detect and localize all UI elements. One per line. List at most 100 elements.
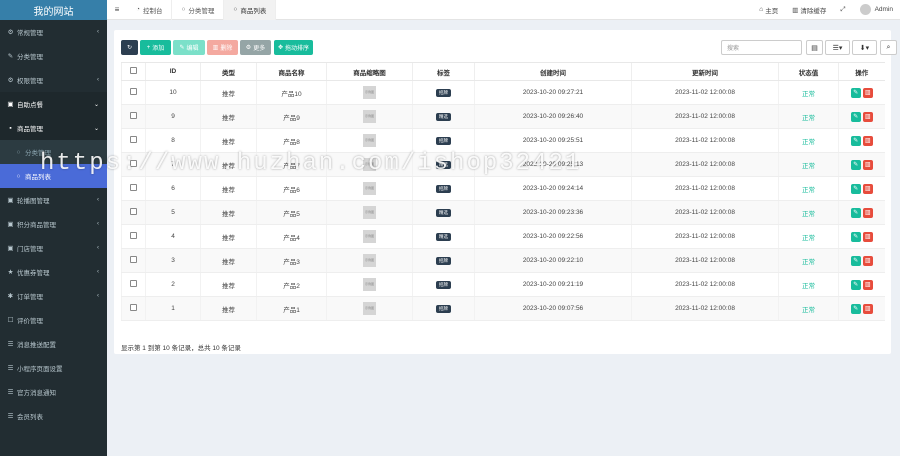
edit-row-button[interactable]: ✎ (850, 87, 861, 98)
row-checkbox[interactable] (130, 304, 137, 311)
toggle-view-button[interactable]: ▤ (806, 40, 823, 55)
edit-row-button[interactable]: ✎ (850, 279, 861, 290)
edit-row-button[interactable]: ✎ (850, 231, 861, 242)
product-thumbnail[interactable]: 示例图 (363, 278, 376, 291)
delete-row-button[interactable]: ▥ (862, 159, 873, 170)
fullscreen-icon[interactable]: ⤢ (833, 0, 852, 20)
sidebar-item[interactable]: ▣ 自助点餐 ⌄ (0, 92, 107, 116)
row-checkbox[interactable] (130, 232, 137, 239)
sidebar-item[interactable]: ✱ 订单管理 ‹ (0, 284, 107, 308)
id-cell: 4 (145, 224, 201, 249)
edit-row-button[interactable]: ✎ (850, 183, 861, 194)
column-header[interactable]: 类型 (200, 62, 257, 81)
edit-row-button[interactable]: ✎ (850, 303, 861, 314)
sidebar-item[interactable]: ○ 商品列表 (0, 164, 107, 188)
product-thumbnail[interactable]: 示例图 (363, 86, 376, 99)
tab[interactable]: ○ 分类管理 (172, 0, 225, 20)
delete-row-button[interactable]: ▥ (862, 135, 873, 146)
menu-toggle-icon[interactable]: ≡ (107, 5, 127, 14)
row-checkbox[interactable] (130, 160, 137, 167)
sidebar-item-icon: ⚙ (7, 77, 14, 84)
list-icon: ▤ (811, 44, 818, 52)
column-header[interactable]: 商品名称 (256, 62, 327, 81)
sidebar-item[interactable]: ▣ 积分商品管理 ‹ (0, 212, 107, 236)
delete-row-button[interactable]: ▥ (862, 303, 873, 314)
column-header[interactable]: 商品缩略图 (326, 62, 413, 81)
row-checkbox[interactable] (130, 184, 137, 191)
status-text: 正常 (802, 210, 815, 218)
sidebar-item[interactable]: ▣ 门店管理 ‹ (0, 236, 107, 260)
product-thumbnail[interactable]: 示例图 (363, 302, 376, 315)
product-thumbnail[interactable]: 示例图 (363, 158, 376, 171)
row-checkbox[interactable] (130, 280, 137, 287)
sidebar-item-icon: ✎ (7, 53, 14, 60)
app-window: 我的网站 ⚙ 常规管理 ‹ ✎ 分类管理 ⚙ 权限管理 ‹ ▣ 自助点餐 ⌄ ▪ 商品管理 ⌄ ○ 分类管理 ○… (0, 0, 900, 456)
row-checkbox[interactable] (130, 136, 137, 143)
column-header[interactable]: ID (145, 62, 201, 81)
column-header[interactable]: 状态值 (778, 62, 839, 81)
name-cell: 产品4 (256, 224, 327, 249)
edit-row-button[interactable]: ✎ (850, 255, 861, 266)
product-thumbnail[interactable]: 示例图 (363, 206, 376, 219)
sidebar-item[interactable]: ⚙ 常规管理 ‹ (0, 20, 107, 44)
delete-row-button[interactable]: ▥ (862, 231, 873, 242)
refresh-button[interactable]: ↻ (121, 40, 138, 55)
column-header[interactable]: 操作 (838, 62, 885, 81)
sidebar-item[interactable]: ▪ 商品管理 ⌄ (0, 116, 107, 140)
row-checkbox[interactable] (130, 88, 137, 95)
sidebar-item[interactable]: ▣ 轮播图管理 ‹ (0, 188, 107, 212)
more-button[interactable]: ⚙ 更多 (240, 40, 271, 55)
edit-row-button[interactable]: ✎ (850, 159, 861, 170)
columns-button[interactable]: ☰▾ (825, 40, 850, 55)
tab[interactable]: ◔ 控制台 (127, 0, 173, 20)
sidebar-item[interactable]: ☐ 评价管理 (0, 308, 107, 332)
row-checkbox[interactable] (130, 112, 137, 119)
sidebar-item-label: 权限管理 (17, 78, 43, 85)
product-thumbnail[interactable]: 示例图 (363, 110, 376, 123)
select-all-checkbox[interactable] (130, 67, 137, 74)
sidebar-item[interactable]: ☰ 官方消息通知 (0, 380, 107, 404)
sidebar-item[interactable]: ☰ 小程序页面设置 (0, 356, 107, 380)
column-header[interactable]: 标签 (412, 62, 475, 81)
product-thumbnail[interactable]: 示例图 (363, 254, 376, 267)
site-logo[interactable]: 我的网站 (0, 0, 107, 20)
sidebar-item[interactable]: ⚙ 权限管理 ‹ (0, 68, 107, 92)
delete-row-button[interactable]: ▥ (862, 111, 873, 122)
sidebar-item[interactable]: ☰ 消息推送配置 (0, 332, 107, 356)
delete-button[interactable]: ▥ 删除 (207, 40, 238, 55)
delete-row-button[interactable]: ▥ (862, 207, 873, 218)
add-button[interactable]: + 添加 (140, 40, 171, 55)
row-checkbox[interactable] (130, 208, 137, 215)
edit-row-button[interactable]: ✎ (850, 111, 861, 122)
tab[interactable]: ○ 商品列表 (224, 0, 277, 20)
home-link[interactable]: ⌂ 主页 (752, 0, 785, 20)
export-button[interactable]: ⬇▾ (852, 40, 877, 55)
product-thumbnail[interactable]: 示例图 (363, 182, 376, 195)
product-thumbnail[interactable]: 示例图 (363, 134, 376, 147)
clear-cache-button[interactable]: ▥ 清除缓存 (785, 0, 833, 20)
row-checkbox[interactable] (130, 256, 137, 263)
delete-row-button[interactable]: ▥ (862, 279, 873, 290)
user-menu[interactable]: Admin (853, 0, 900, 20)
search-button[interactable]: ⌕ (880, 40, 897, 55)
drag-sort-button[interactable]: ✥ 拖动排序 (274, 40, 313, 55)
sidebar-item[interactable]: ★ 优惠券管理 ‹ (0, 260, 107, 284)
column-header[interactable]: 创建时间 (474, 62, 632, 81)
product-thumbnail[interactable]: 示例图 (363, 230, 376, 243)
column-header[interactable]: 更新时间 (631, 62, 779, 81)
sidebar-item-icon: ▣ (7, 197, 14, 204)
tag-cell: 招牌 (412, 296, 475, 321)
delete-row-button[interactable]: ▥ (862, 255, 873, 266)
thumb-cell: 示例图 (326, 296, 413, 321)
edit-button[interactable]: ✎ 编辑 (173, 40, 205, 55)
sidebar-item[interactable]: ○ 分类管理 (0, 140, 107, 164)
edit-row-button[interactable]: ✎ (850, 135, 861, 146)
sidebar-item[interactable]: ✎ 分类管理 (0, 44, 107, 68)
search-input[interactable]: 搜索 (721, 40, 802, 55)
sidebar-item[interactable]: ☰ 会员列表 (0, 404, 107, 428)
edit-row-button[interactable]: ✎ (850, 207, 861, 218)
id-cell: 10 (145, 80, 201, 105)
delete-row-button[interactable]: ▥ (862, 87, 873, 98)
status-cell: 正常 (778, 104, 839, 129)
delete-row-button[interactable]: ▥ (862, 183, 873, 194)
